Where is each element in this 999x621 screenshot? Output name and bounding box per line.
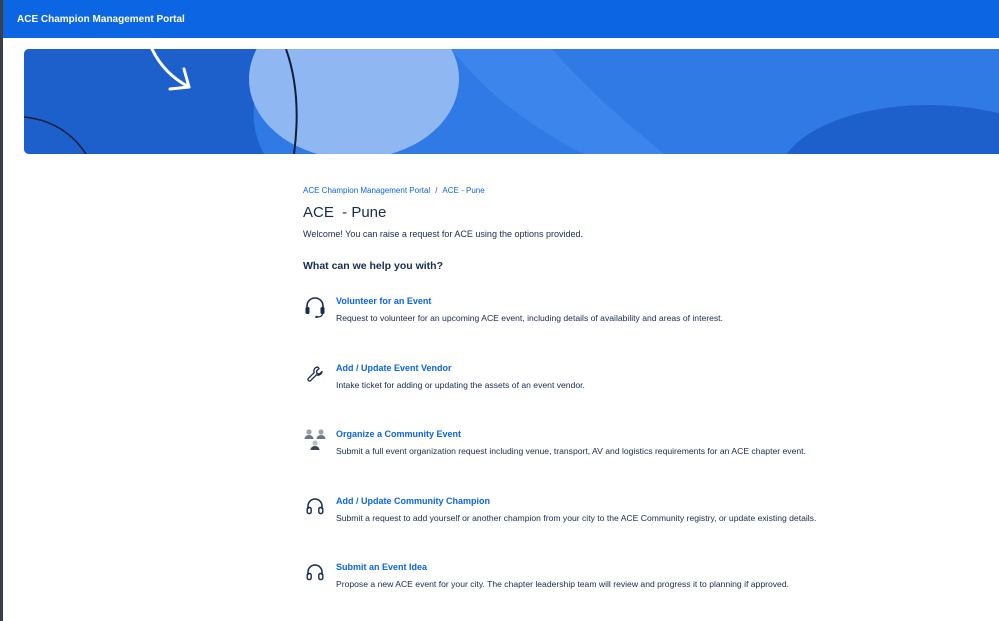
portal-title-link[interactable]: ACE Champion Management Portal: [17, 14, 185, 25]
request-title[interactable]: Submit an Event Idea: [336, 561, 789, 573]
headphones-icon: [303, 495, 327, 519]
window-left-edge: [0, 0, 3, 621]
breadcrumb: ACE Champion Management Portal / ACE - P…: [303, 184, 983, 196]
request-title[interactable]: Volunteer for an Event: [336, 295, 723, 307]
portal-header: ACE Champion Management Portal: [3, 0, 999, 38]
main-content: ACE Champion Management Portal / ACE - P…: [303, 184, 983, 621]
people-group-icon: [303, 428, 327, 452]
request-type-event-idea[interactable]: Submit an Event Idea Propose a new ACE e…: [303, 561, 983, 621]
wrench-icon: [303, 362, 327, 386]
banner-illustration: [24, 49, 999, 154]
hero-banner: [24, 49, 999, 154]
section-heading: What can we help you with?: [303, 260, 444, 272]
welcome-message: Welcome! You can raise a request for ACE…: [303, 229, 584, 239]
request-type-community-event[interactable]: Organize a Community Event Submit a full…: [303, 428, 983, 495]
breadcrumb-separator: /: [435, 185, 438, 195]
request-type-event-vendor[interactable]: Add / Update Event Vendor Intake ticket …: [303, 362, 983, 429]
request-type-community-champion[interactable]: Add / Update Community Champion Submit a…: [303, 495, 983, 562]
request-description: Submit a full event organization request…: [336, 446, 806, 456]
headset-icon: [303, 295, 327, 319]
breadcrumb-link-ace-pune[interactable]: ACE - Pune: [442, 186, 484, 195]
request-title[interactable]: Organize a Community Event: [336, 428, 806, 440]
request-description: Submit a request to add yourself or anot…: [336, 512, 817, 523]
request-type-volunteer[interactable]: Volunteer for an Event Request to volunt…: [303, 295, 983, 362]
request-description: Intake ticket for adding or updating the…: [336, 379, 585, 390]
request-title[interactable]: Add / Update Community Champion: [336, 495, 816, 507]
request-title[interactable]: Add / Update Event Vendor: [336, 362, 585, 374]
headphones-icon: [303, 561, 327, 585]
request-type-list: Volunteer for an Event Request to volunt…: [303, 295, 983, 621]
page-title: ACE - Pune: [303, 204, 387, 221]
request-description: Propose a new ACE event for your city. T…: [336, 579, 790, 589]
breadcrumb-link-portal[interactable]: ACE Champion Management Portal: [303, 186, 430, 195]
request-description: Request to volunteer for an upcoming ACE…: [336, 313, 723, 323]
